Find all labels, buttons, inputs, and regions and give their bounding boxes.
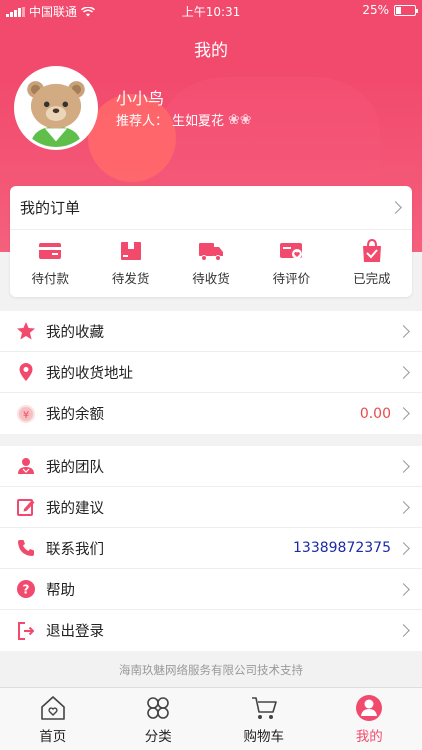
bear-avatar-icon [17,69,95,147]
flower-decoration: ❀❀ [228,111,252,128]
menu-item-logout[interactable]: 退出登录 [0,610,422,651]
order-tab-label: 待收货 [192,271,230,286]
referrer-label: 推荐人： [116,114,169,129]
chevron-right-icon [397,459,410,473]
menu-item-help[interactable]: ? 帮助 [0,569,422,610]
edit-icon [17,499,35,516]
balance-value: 0.00 [359,405,391,422]
menu-label: 我的收货地址 [46,365,133,382]
order-tab-pending-payment[interactable]: 待付款 [10,230,90,296]
my-orders-row[interactable]: 我的订单 [10,186,412,230]
order-tab-to-ship[interactable]: 待发货 [90,230,170,296]
location-pin-icon [19,363,33,381]
tab-cart[interactable]: 购物车 [211,688,317,750]
battery-icon [394,4,418,16]
cart-icon [251,697,277,719]
order-tab-label: 待付款 [31,271,69,286]
logout-icon [18,621,35,640]
completed-bag-icon [362,239,381,262]
menu-item-contact[interactable]: 联系我们 13389872375 [0,528,422,569]
chevron-right-icon [389,201,402,214]
referrer-name: 生如夏花 [172,114,225,129]
wallet-icon [39,243,62,259]
menu-label: 我的团队 [46,459,104,476]
order-card: 我的订单 待付款 待发货 待收货 待评价 已完成 [10,186,412,297]
menu-item-suggestions[interactable]: 我的建议 [0,487,422,528]
tab-profile[interactable]: 我的 [317,688,422,750]
team-icon [18,458,34,474]
tab-category[interactable]: 分类 [106,688,212,750]
chevron-right-icon [397,582,410,596]
menu-item-address[interactable]: 我的收货地址 [0,352,422,393]
user-name: 小小鸟 [116,89,165,108]
box-icon [120,242,141,260]
order-tab-to-receive[interactable]: 待收货 [171,230,251,296]
tab-label: 我的 [355,729,383,745]
menu-label: 我的收藏 [46,324,104,341]
menu-label: 我的建议 [46,500,104,517]
menu-item-favorites[interactable]: 我的收藏 [0,311,422,352]
tab-home[interactable]: 首页 [0,688,106,750]
order-tab-label: 待评价 [272,271,311,286]
category-icon [147,697,170,719]
help-icon: ? [17,580,35,598]
contact-phone-number[interactable]: 13389872375 [293,540,391,556]
review-icon [280,243,303,259]
status-bar: 中国联通 上午10:31 25% [0,0,422,22]
home-icon [40,696,65,720]
menu-label: 退出登录 [46,624,104,640]
tab-label: 购物车 [243,729,285,745]
order-tab-completed[interactable]: 已完成 [332,230,412,296]
menu-group-account: 我的收藏 我的收货地址 ¥ 我的余额 0.00 [0,311,422,434]
battery-percent: 25% [362,3,389,17]
chevron-right-icon [397,500,410,514]
menu-label: 联系我们 [46,541,104,558]
menu-label: 我的余额 [46,407,104,423]
chevron-right-icon [397,624,410,637]
order-tab-label: 已完成 [353,271,391,286]
order-tab-label: 待发货 [111,271,150,286]
yuan-coin-icon: ¥ [17,404,35,423]
menu-item-team[interactable]: 我的团队 [0,446,422,487]
my-orders-title: 我的订单 [20,199,81,217]
chevron-right-icon [397,324,410,338]
avatar[interactable] [14,66,98,150]
bottom-tab-bar: 首页 分类 购物车 我的 [0,687,422,750]
tab-label: 分类 [144,729,172,745]
page-title: 我的 [194,41,228,61]
svg-text:?: ? [23,583,30,597]
status-right: 25% [362,3,418,17]
star-icon [17,322,35,340]
tech-support-footer: 海南玖魅网络服务有限公司技术支持 [119,663,303,677]
menu-label: 帮助 [46,582,75,599]
chevron-right-icon [397,365,410,379]
phone-icon [18,540,34,556]
tab-label: 首页 [39,729,67,745]
svg-text:¥: ¥ [23,410,29,421]
chevron-right-icon [397,541,410,555]
menu-group-more: 我的团队 我的建议 联系我们 13389872375 ? 帮助 退出登录 [0,446,422,651]
status-time: 上午10:31 [181,5,241,19]
order-tab-to-review[interactable]: 待评价 [251,230,331,296]
order-status-tabs: 待付款 待发货 待收货 待评价 已完成 [10,230,412,296]
menu-item-balance[interactable]: ¥ 我的余额 0.00 [0,393,422,434]
profile-icon [356,695,383,721]
truck-icon [199,243,224,261]
referrer-info: 推荐人： 生如夏花 ❀❀ [116,110,252,130]
chevron-right-icon [397,407,410,420]
